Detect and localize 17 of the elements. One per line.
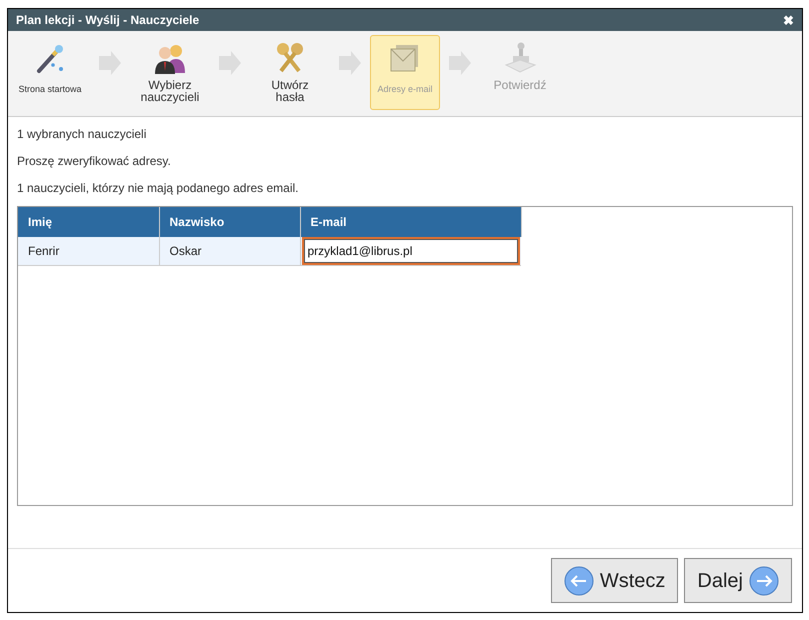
wizard-step[interactable]: Utwórz hasła <box>250 35 330 110</box>
table-cell: Oskar <box>159 237 300 265</box>
close-button[interactable]: ✖ <box>783 14 794 26</box>
wizard-step[interactable]: Strona startowa <box>10 35 90 110</box>
next-button[interactable]: Dalej <box>684 558 792 603</box>
back-button[interactable]: Wstecz <box>550 558 678 603</box>
info-text: Proszę zweryfikować adresy. <box>17 153 172 170</box>
stamp-icon <box>503 41 537 75</box>
info-text: 1 nauczycieli, którzy nie mają podanego adres email. <box>17 180 300 197</box>
column-header: Nazwisko <box>159 207 300 237</box>
window-title: Plan lekcji - Wyślij - Nauczyciele <box>16 12 200 29</box>
column-header: Imię <box>18 207 159 237</box>
info-text: 1 wybranych nauczycieli <box>17 126 148 143</box>
email-field[interactable]: przyklad1@librus.pl <box>304 238 518 263</box>
column-header: E-mail <box>300 207 521 237</box>
wizard-step[interactable]: Wybierz nauczycieli <box>130 35 210 110</box>
table-cell: Fenrir <box>18 237 159 265</box>
